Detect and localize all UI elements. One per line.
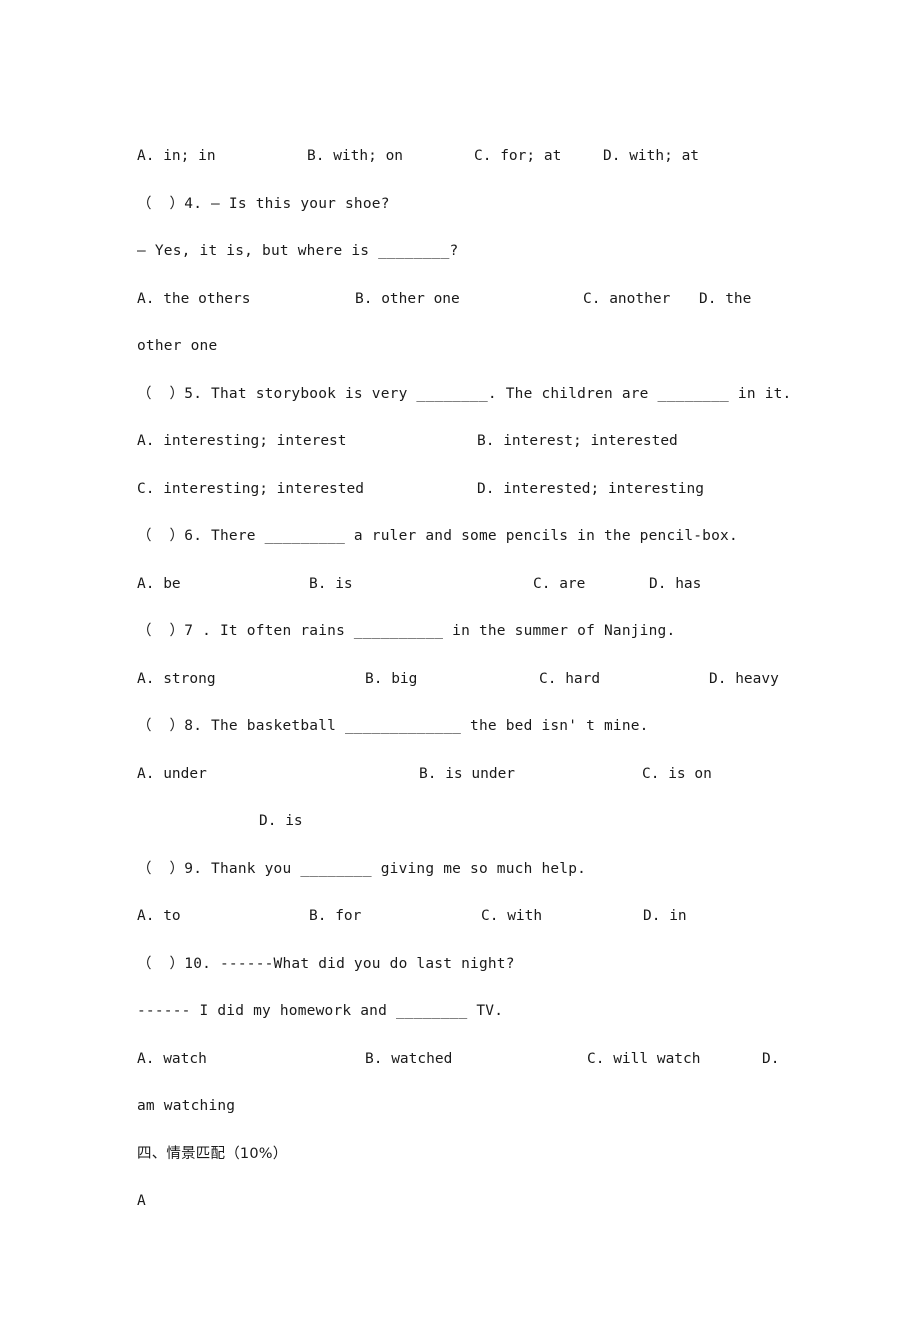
option-b: B. big	[365, 670, 418, 687]
question-9-stem: （ ）9. Thank you ________ giving me so mu…	[137, 860, 587, 877]
option-a: A. interesting; interest	[137, 433, 347, 449]
question-4-options-row: A. the others B. other one C. another D.…	[137, 276, 817, 324]
option-d: D. has	[649, 575, 702, 592]
option-a: A. watch	[137, 1050, 207, 1067]
option-b: B. watched	[365, 1050, 453, 1067]
question-8-options-row-2: D. is	[137, 798, 817, 846]
question-10-stem: （ ）10. ------What did you do last night?	[137, 955, 515, 972]
section-four-label: A	[137, 1193, 146, 1209]
option-c: C. is on	[642, 765, 712, 782]
question-4-reply: — Yes, it is, but where is ________?	[137, 243, 459, 259]
option-a: A. strong	[137, 670, 216, 687]
question-5-options-row-2: C. interesting; interested D. interested…	[137, 466, 817, 514]
option-a: A. to	[137, 908, 181, 924]
option-d: D. is	[259, 813, 303, 829]
question-8-stem: （ ）8. The basketball _____________ the b…	[137, 718, 649, 734]
document-body: A. in; in B. with; on C. for; at D. with…	[137, 133, 817, 1226]
question-10-option-d-wrap: am watching	[137, 1098, 236, 1114]
option-d: D. the	[699, 290, 752, 307]
option-a: A. the others	[137, 290, 251, 307]
option-d: D. heavy	[709, 670, 779, 687]
question-4-option-d-wrap: other one	[137, 338, 218, 354]
option-d: D. interested; interesting	[477, 480, 704, 497]
option-a: A. in; in	[137, 148, 216, 164]
question-10-reply: ------ I did my homework and ________ TV…	[137, 1003, 504, 1019]
question-9-options-row: A. to B. for C. with D. in	[137, 893, 817, 941]
question-7-options-row: A. strong B. big C. hard D. heavy	[137, 656, 817, 704]
question-5-options-row-1: A. interesting; interest B. interest; in…	[137, 418, 817, 466]
question-5-stem: （ ）5. That storybook is very ________. T…	[137, 385, 792, 402]
question-6-stem: （ ）6. There _________ a ruler and some p…	[137, 528, 738, 544]
option-b: B. is	[309, 575, 353, 592]
option-d: D. in	[643, 908, 687, 924]
option-a: A. be	[137, 575, 181, 592]
question-3-options-row: A. in; in B. with; on C. for; at D. with…	[137, 133, 817, 181]
question-6-options-row: A. be B. is C. are D. has	[137, 561, 817, 609]
question-4-stem: （ ）4. — Is this your shoe?	[137, 195, 390, 212]
option-b: B. other one	[355, 290, 460, 307]
option-b: B. with; on	[307, 148, 404, 164]
question-8-options-row: A. under B. is under C. is on	[137, 751, 817, 799]
option-c: C. hard	[539, 670, 601, 687]
option-c: C. are	[533, 575, 586, 592]
section-four-heading: 四、情景匹配（10%）	[137, 1145, 288, 1162]
option-d: D.	[762, 1050, 780, 1067]
option-c: C. with	[481, 908, 543, 924]
option-d: D. with; at	[603, 148, 700, 164]
option-c: C. for; at	[474, 148, 562, 164]
option-c: C. will watch	[587, 1050, 701, 1067]
option-c: C. interesting; interested	[137, 480, 364, 497]
option-c: C. another	[583, 290, 671, 307]
option-b: B. for	[309, 908, 362, 924]
option-b: B. interest; interested	[477, 433, 678, 449]
question-10-options-row: A. watch B. watched C. will watch D.	[137, 1036, 817, 1084]
option-a: A. under	[137, 765, 207, 782]
option-b: B. is under	[419, 765, 516, 782]
worksheet-page: A. in; in B. with; on C. for; at D. with…	[0, 0, 920, 1303]
question-7-stem: （ ）7 . It often rains __________ in the …	[137, 623, 676, 639]
